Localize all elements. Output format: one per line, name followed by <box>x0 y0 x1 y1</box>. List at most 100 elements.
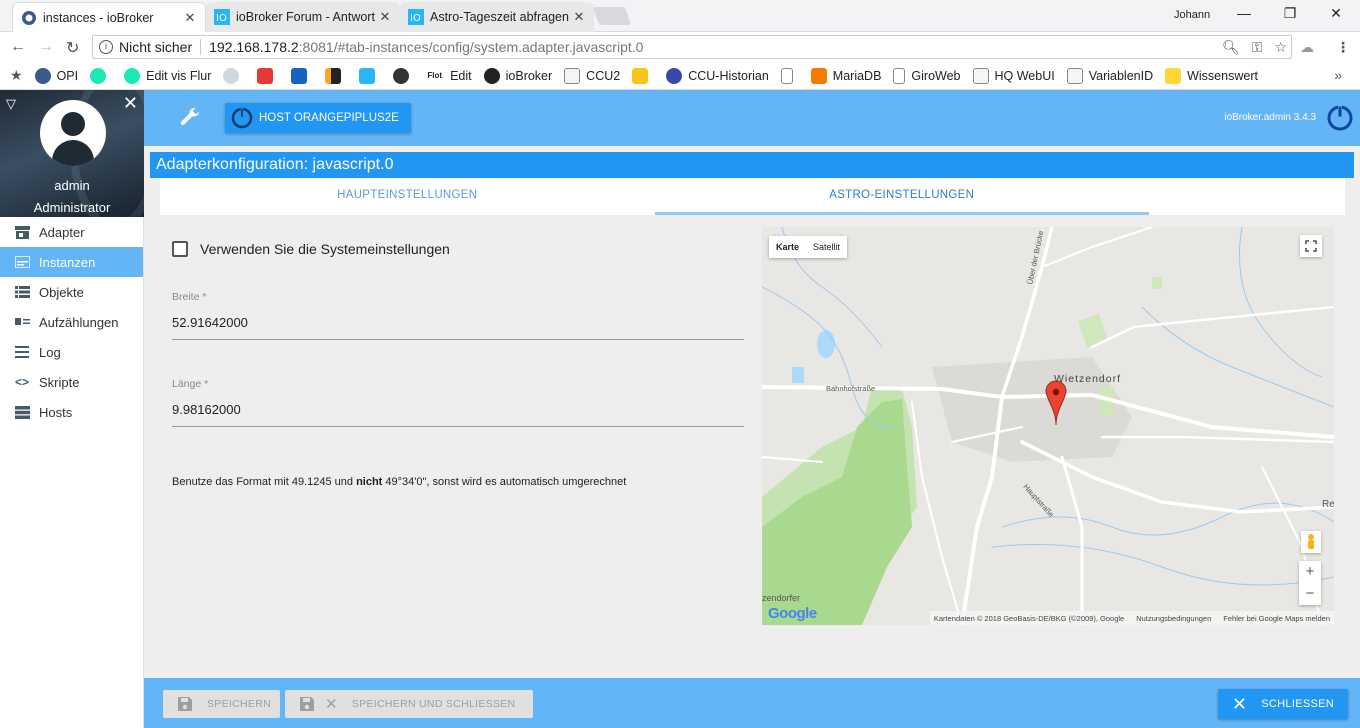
tab-astro-einstellungen[interactable]: ASTRO-EINSTELLUNGEN <box>654 178 1149 215</box>
bookmark-opi[interactable]: OPI <box>34 67 78 84</box>
longitude-field[interactable]: Länge * 9.98162000 <box>172 378 744 427</box>
bookmark-fritz[interactable] <box>257 67 279 84</box>
sidebar-item-label: Log <box>39 344 61 360</box>
wrench-icon[interactable] <box>178 105 202 129</box>
zoom-in-button[interactable]: + <box>1299 561 1321 583</box>
save-button-label: SPEICHERN <box>207 698 271 710</box>
forward-arrow-icon[interactable]: → <box>38 38 54 56</box>
power-icon[interactable] <box>1326 104 1354 132</box>
bookmark-iobroker[interactable]: ioBroker <box>483 67 552 84</box>
zoom-out-button[interactable]: − <box>1299 583 1321 605</box>
browser-profile-name[interactable]: Johann <box>1174 9 1210 21</box>
close-tab-icon[interactable]: ✕ <box>378 9 392 25</box>
bookmark-flot-edit[interactable]: Flot Edit <box>427 69 471 83</box>
sidebar-item-aufzaehlungen[interactable]: Aufzählungen <box>0 307 143 337</box>
pegman-icon <box>1308 534 1314 549</box>
browser-tab-forum[interactable]: IO ioBroker Forum - Antwort ✕ <box>206 2 400 32</box>
key-icon[interactable]: ⚿ <box>1252 39 1263 56</box>
address-bar[interactable]: i Nicht sicher 192.168.178.2 :8081/#tab-… <box>92 35 1292 59</box>
more-bookmarks-icon[interactable]: » <box>1334 67 1342 83</box>
info-icon[interactable]: i <box>99 40 113 54</box>
minimize-icon[interactable]: — <box>1234 5 1254 21</box>
map-terms-link[interactable]: Nutzungsbedingungen <box>1136 614 1211 623</box>
bookmark-variablenid[interactable]: VariablenID <box>1066 67 1153 84</box>
log-icon <box>14 345 30 359</box>
bookmark-mariadb[interactable]: MariaDB <box>810 67 881 84</box>
floppy-disk-icon <box>300 697 314 711</box>
fullscreen-button[interactable] <box>1300 235 1322 257</box>
close-button[interactable]: ✕ SCHLIESSEN <box>1217 689 1348 719</box>
bookmark-label: GiroWeb <box>911 68 961 83</box>
bookmark-label: Wissenswert <box>1187 68 1258 83</box>
admin-version: ioBroker.admin 3.4.3 <box>1224 112 1316 123</box>
map-type-karte[interactable]: Karte <box>769 236 806 258</box>
sidebar-item-log[interactable]: Log <box>0 337 143 367</box>
chrome-menu-icon[interactable]: ⋮ <box>1336 39 1350 56</box>
close-sidebar-icon[interactable]: ✕ <box>123 93 138 114</box>
bookmark-plex[interactable] <box>325 67 347 84</box>
close-tab-icon[interactable]: ✕ <box>183 10 197 26</box>
checkbox-box[interactable] <box>172 241 188 257</box>
bookmark-ccu-historian[interactable]: CCU-Historian <box>666 67 769 84</box>
dsm-icon <box>291 67 308 84</box>
latitude-input[interactable]: 52.91642000 <box>172 315 744 340</box>
longitude-input[interactable]: 9.98162000 <box>172 402 744 427</box>
new-tab-button[interactable] <box>592 7 632 25</box>
host-button[interactable]: HOST ORANGEPIPLUS2E <box>225 103 411 133</box>
map-report-link[interactable]: Fehler bei Google Maps melden <box>1223 614 1330 623</box>
map-type-satellite[interactable]: Satellit <box>806 236 847 258</box>
page-icon <box>1066 67 1083 84</box>
browser-tab-title: Astro-Tageszeit abfragen <box>430 10 569 24</box>
browser-tab-astro[interactable]: IO Astro-Tageszeit abfragen ✕ <box>400 2 594 32</box>
sidebar-item-adapter[interactable]: Adapter <box>0 217 143 247</box>
browser-tab-title: instances - ioBroker <box>43 10 154 25</box>
sidebar-item-objekte[interactable]: Objekte <box>0 277 143 307</box>
bookmark-dsm[interactable] <box>291 67 313 84</box>
tab-haupteinstellungen[interactable]: HAUPTEINSTELLUNGEN <box>160 178 655 215</box>
bookmark-gauge[interactable] <box>223 67 245 84</box>
latitude-field[interactable]: Breite * 52.91642000 <box>172 291 744 340</box>
reload-icon[interactable]: ↻ <box>66 38 79 58</box>
bookmark-plus[interactable] <box>393 67 415 84</box>
iobroker-gear-icon <box>22 10 36 25</box>
tab-spacer <box>1149 178 1345 215</box>
sidebar-item-hosts[interactable]: Hosts <box>0 397 143 427</box>
teal-dot-icon <box>124 67 141 84</box>
hint-suffix: 49°34'0", sonst wird es automatisch umge… <box>382 476 627 488</box>
close-button-label: SCHLIESSEN <box>1261 698 1334 710</box>
save-and-close-button[interactable]: ✕ SPEICHERN UND SCHLIESSEN <box>285 690 533 718</box>
bookmark-teal[interactable] <box>90 67 112 84</box>
back-arrow-icon[interactable]: ← <box>10 38 26 56</box>
apps-star-icon[interactable]: ★ <box>10 67 23 84</box>
main-content: Adapterkonfiguration: javascript.0 HAUPT… <box>144 146 1360 678</box>
svg-text:IO: IO <box>216 13 227 24</box>
bookmark-page[interactable] <box>780 67 799 84</box>
avatar <box>40 100 106 166</box>
map-street-label: Bahnhofstraße <box>826 384 876 393</box>
save-button[interactable]: SPEICHERN <box>163 690 280 718</box>
bookmark-ccu2[interactable]: CCU2 <box>564 67 620 84</box>
instances-icon <box>14 255 30 269</box>
bookmark-wissenswert[interactable]: Wissenswert <box>1165 67 1258 84</box>
bookmark-imdb[interactable] <box>632 67 654 84</box>
location-map[interactable]: Wietzendorf Bahnhofstraße Hauptstraße Üb… <box>762 227 1334 625</box>
use-system-settings-checkbox[interactable]: Verwenden Sie die Systemeinstellungen <box>172 241 744 257</box>
bookmark-giroweb[interactable]: GiroWeb <box>893 67 961 84</box>
street-view-button[interactable] <box>1301 531 1321 553</box>
bookmark-star-icon[interactable]: ☆ <box>1274 39 1287 56</box>
code-icon: <> <box>14 375 29 389</box>
maximize-icon[interactable]: ❐ <box>1280 5 1300 22</box>
bookmark-io[interactable] <box>359 67 381 84</box>
bookmark-hq-webui[interactable]: HQ WebUI <box>972 67 1055 84</box>
power-icon <box>231 107 253 129</box>
close-x-icon: ✕ <box>1231 693 1248 714</box>
sidebar-item-skripte[interactable]: <> Skripte <box>0 367 143 397</box>
teal-dot-icon <box>90 67 107 84</box>
browser-tab-instances[interactable]: instances - ioBroker ✕ <box>12 2 206 32</box>
close-tab-icon[interactable]: ✕ <box>572 9 586 25</box>
zoom-search-icon[interactable]: 🔍︎ <box>1222 39 1240 56</box>
sidebar-item-instanzen[interactable]: Instanzen <box>0 247 143 277</box>
window-close-icon[interactable]: ✕ <box>1326 5 1346 22</box>
extension-icon[interactable]: ☁ <box>1300 39 1314 56</box>
bookmark-edit-vis-flur[interactable]: Edit vis Flur <box>124 67 211 84</box>
